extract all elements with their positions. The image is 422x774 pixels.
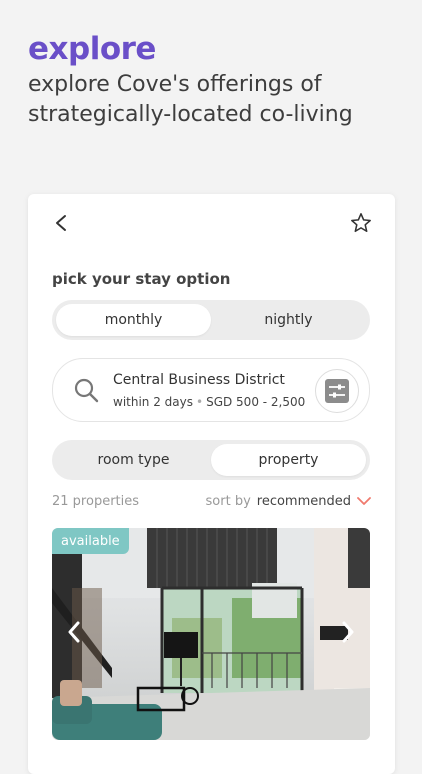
room-photo-illustration	[52, 528, 370, 740]
search-icon	[73, 377, 99, 403]
view-option-property[interactable]: property	[211, 444, 366, 476]
view-toggle: room type property	[52, 440, 370, 480]
view-option-room-type[interactable]: room type	[56, 444, 211, 476]
stay-option-toggle: monthly nightly	[52, 300, 370, 340]
search-meta: within 2 days • SGD 500 - 2,500	[113, 395, 305, 409]
back-arrow-icon	[56, 215, 66, 231]
availability-badge: available	[52, 528, 129, 554]
stay-option-nightly[interactable]: nightly	[211, 304, 366, 336]
page-subtitle: explore Cove's offerings of strategicall…	[28, 70, 408, 130]
results-count: 21 properties	[52, 494, 140, 509]
subtitle-line-2: strategically-located co-living	[28, 102, 353, 127]
price-range-text: SGD 500 - 2,500	[206, 395, 306, 409]
filter-sliders-icon	[325, 379, 349, 403]
separator-dot: •	[196, 395, 204, 409]
star-icon	[351, 213, 371, 233]
subtitle-line-1: explore Cove's offerings of	[28, 72, 322, 97]
search-summary[interactable]: Central Business District within 2 days •…	[52, 358, 370, 422]
stay-option-title: pick your stay option	[52, 270, 231, 288]
location-text: Central Business District	[113, 372, 285, 388]
prev-photo-button[interactable]	[62, 620, 86, 644]
listing-photo[interactable]: available	[52, 528, 370, 740]
hero: explore explore Cove's offerings of stra…	[28, 30, 408, 130]
search-card: pick your stay option monthly nightly Ce…	[28, 194, 395, 774]
chevron-right-icon	[342, 621, 354, 643]
stay-option-monthly[interactable]: monthly	[56, 304, 211, 336]
sort-control[interactable]: sort by recommended	[206, 494, 371, 509]
chevron-down-icon	[357, 497, 371, 505]
back-button[interactable]	[50, 212, 72, 234]
availability-text: within 2 days	[113, 395, 193, 409]
sort-prefix: sort by	[205, 494, 251, 509]
sort-value: recommended	[256, 494, 351, 509]
chevron-left-icon	[68, 621, 80, 643]
filter-button[interactable]	[315, 369, 359, 413]
favorite-button[interactable]	[349, 211, 373, 235]
next-photo-button[interactable]	[336, 620, 360, 644]
page-title: explore	[28, 31, 156, 67]
